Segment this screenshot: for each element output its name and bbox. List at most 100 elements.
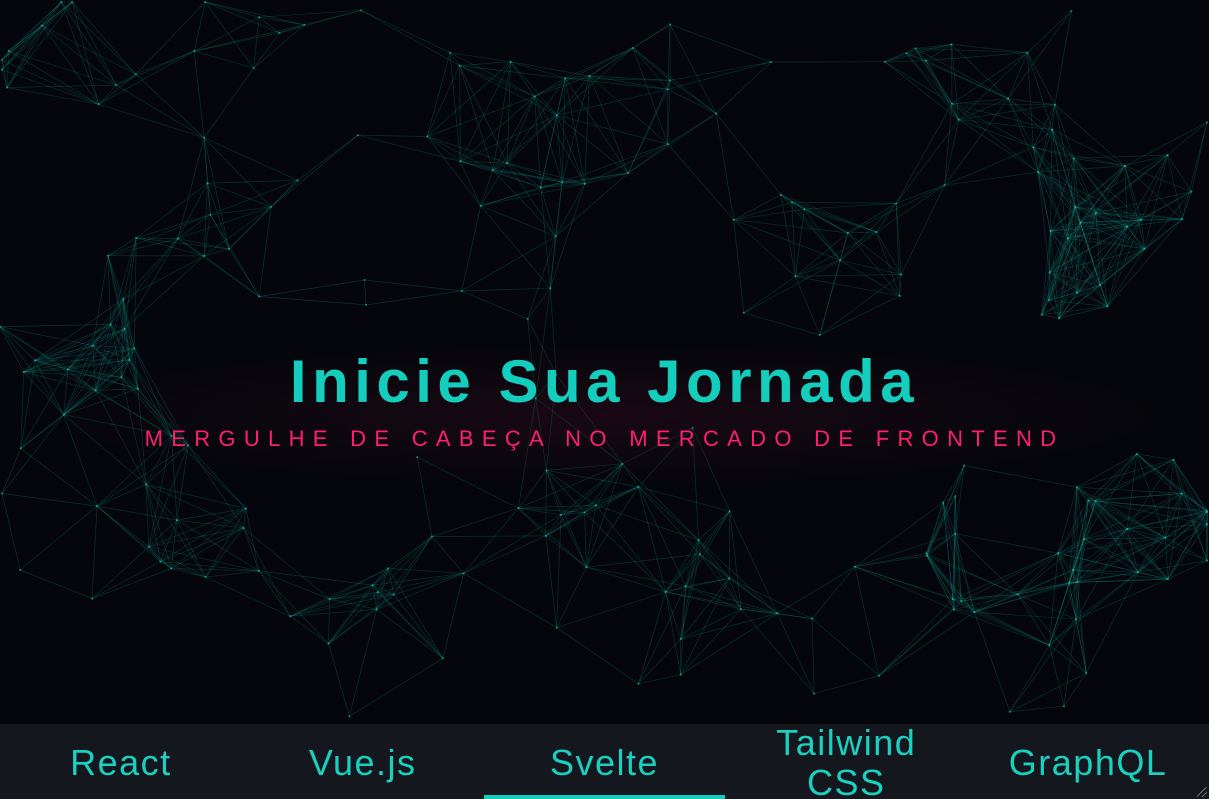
hero-subtitle: MERGULHE DE CABEÇA NO MERCADO DE FRONTEN… bbox=[144, 426, 1065, 451]
network-node bbox=[1126, 225, 1129, 228]
network-link bbox=[811, 566, 856, 619]
network-link bbox=[98, 103, 205, 139]
network-link bbox=[1027, 52, 1056, 105]
network-link bbox=[622, 463, 699, 541]
network-link bbox=[279, 24, 305, 34]
network-node bbox=[728, 510, 731, 513]
network-link bbox=[176, 508, 247, 521]
network-node bbox=[416, 456, 419, 459]
network-link bbox=[417, 456, 519, 509]
network-link bbox=[1017, 582, 1070, 595]
network-link bbox=[680, 578, 730, 675]
network-link bbox=[463, 514, 562, 574]
network-link bbox=[961, 600, 1050, 646]
network-node bbox=[122, 298, 125, 301]
network-link bbox=[431, 507, 519, 537]
network-node bbox=[951, 598, 954, 601]
network-node bbox=[0, 58, 4, 61]
network-link bbox=[205, 1, 305, 26]
network-link bbox=[431, 536, 464, 574]
network-link bbox=[123, 238, 179, 300]
network-node bbox=[1062, 705, 1066, 708]
network-link bbox=[463, 535, 546, 574]
network-link bbox=[506, 96, 535, 164]
network-node bbox=[1057, 317, 1061, 320]
network-link bbox=[944, 103, 953, 186]
network-link bbox=[116, 84, 205, 139]
network-link bbox=[638, 674, 681, 685]
network-link bbox=[638, 586, 687, 684]
network-link bbox=[492, 169, 563, 183]
network-node bbox=[176, 237, 179, 240]
network-node bbox=[539, 186, 542, 189]
network-node bbox=[60, 0, 63, 4]
tab-tailwind-css[interactable]: Tailwind CSS bbox=[725, 722, 967, 799]
network-link bbox=[632, 47, 668, 90]
tab-svelte[interactable]: Svelte bbox=[483, 724, 726, 799]
network-link bbox=[253, 24, 305, 69]
network-node bbox=[545, 469, 548, 472]
network-link bbox=[795, 259, 841, 277]
network-node bbox=[679, 673, 682, 676]
network-link bbox=[1027, 52, 1053, 130]
network-node bbox=[1048, 644, 1051, 647]
network-node bbox=[458, 64, 461, 67]
network-node bbox=[925, 552, 928, 555]
network-node bbox=[583, 511, 586, 514]
network-node bbox=[19, 568, 22, 572]
network-link bbox=[944, 171, 1039, 186]
network-link bbox=[698, 539, 742, 610]
network-link bbox=[961, 552, 1059, 602]
network-link bbox=[878, 599, 953, 676]
network-node bbox=[145, 483, 148, 486]
network-node bbox=[924, 59, 928, 62]
network-link bbox=[915, 48, 953, 104]
network-link bbox=[91, 506, 98, 599]
network-link bbox=[328, 643, 350, 717]
network-link bbox=[665, 591, 681, 675]
network-link bbox=[210, 179, 298, 216]
tab-graphql[interactable]: GraphQL bbox=[967, 724, 1209, 799]
network-link bbox=[96, 484, 147, 507]
network-link bbox=[492, 169, 556, 237]
network-node bbox=[479, 204, 482, 207]
network-link bbox=[632, 24, 671, 49]
network-link bbox=[847, 232, 901, 297]
network-node bbox=[203, 254, 206, 257]
network-node bbox=[914, 47, 917, 50]
tab-vuejs[interactable]: Vue.js bbox=[242, 724, 484, 799]
network-link bbox=[743, 276, 796, 314]
network-link bbox=[951, 103, 1055, 106]
network-node bbox=[363, 278, 366, 282]
network-node bbox=[462, 572, 465, 575]
network-link bbox=[253, 17, 260, 69]
network-node bbox=[1079, 221, 1082, 224]
network-node bbox=[517, 507, 520, 510]
resize-grip-icon[interactable] bbox=[1197, 787, 1207, 797]
network-link bbox=[546, 470, 639, 488]
network-link bbox=[556, 88, 668, 116]
network-link bbox=[1017, 594, 1087, 674]
network-link bbox=[176, 519, 244, 529]
network-link bbox=[1054, 11, 1072, 105]
network-node bbox=[509, 60, 512, 63]
network-node bbox=[209, 213, 212, 216]
network-link bbox=[1063, 619, 1077, 707]
network-node bbox=[698, 553, 702, 556]
network-link bbox=[926, 553, 962, 602]
network-link bbox=[1126, 453, 1138, 530]
network-link bbox=[459, 65, 494, 171]
tab-react[interactable]: React bbox=[0, 724, 242, 799]
network-link bbox=[506, 115, 558, 164]
network-node bbox=[41, 24, 44, 27]
network-node bbox=[1070, 10, 1073, 13]
network-link bbox=[205, 570, 259, 578]
network-link bbox=[393, 594, 444, 659]
network-link bbox=[586, 463, 623, 568]
network-link bbox=[1137, 524, 1208, 573]
network-link bbox=[895, 103, 953, 204]
network-link bbox=[942, 502, 975, 613]
network-link bbox=[328, 584, 373, 644]
network-node bbox=[1048, 271, 1051, 274]
network-node bbox=[204, 0, 207, 4]
